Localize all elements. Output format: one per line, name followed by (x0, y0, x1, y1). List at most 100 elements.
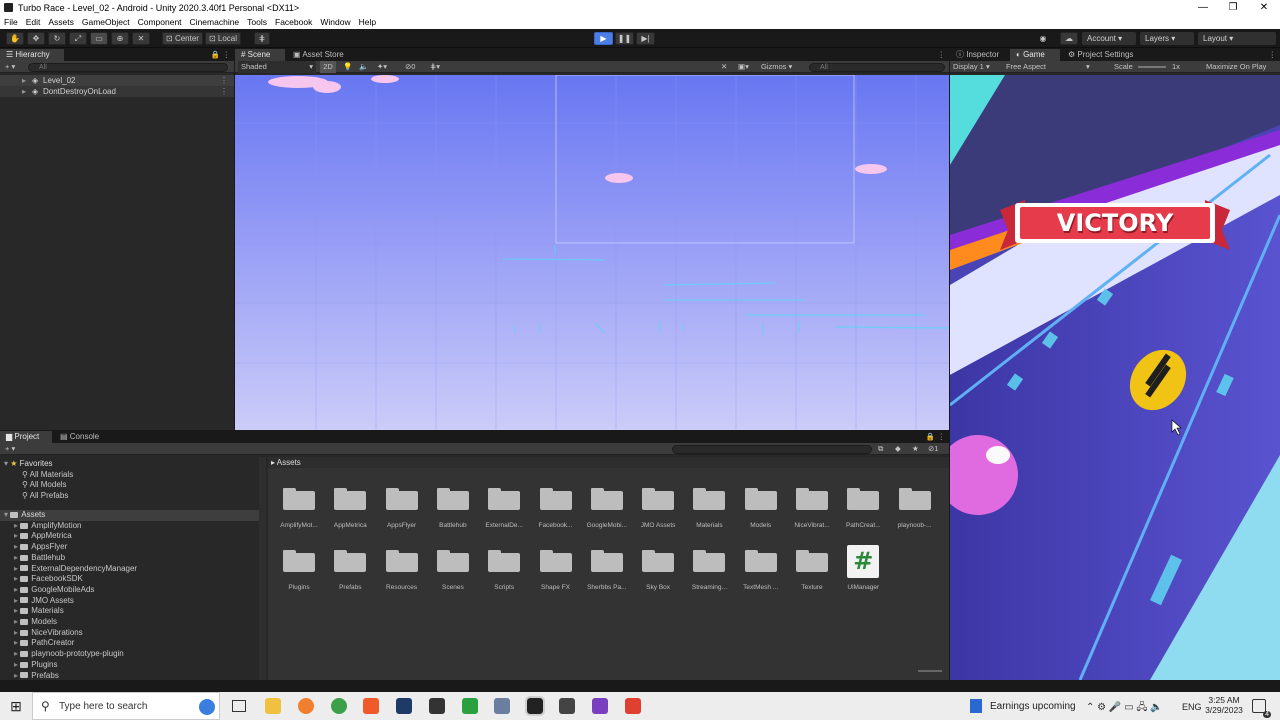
collab-icon[interactable]: ◉ (1034, 32, 1052, 45)
tree-item[interactable]: ▸ GoogleMobileAds (14, 585, 94, 596)
move-tool-icon[interactable]: ✥ (27, 32, 45, 45)
menu-tools[interactable]: Tools (247, 17, 267, 27)
favorite-item[interactable]: ⚲ All Materials (22, 470, 73, 481)
panel-menu-icon[interactable]: ⋮ (223, 49, 231, 61)
tab-project[interactable]: ▆ Project (0, 431, 52, 443)
row-menu-icon[interactable]: ⋮ (220, 75, 228, 86)
layout-dropdown[interactable]: Layout ▾ (1198, 32, 1276, 45)
draw-mode-dropdown[interactable]: Shaded ▾ (238, 61, 316, 73)
project-search-input[interactable] (672, 444, 872, 454)
unity-hub-icon[interactable] (429, 698, 445, 714)
tree-item[interactable]: ▸ ExternalDependencyManager (14, 564, 137, 575)
hidden-objects-icon[interactable]: ⊘0 (405, 61, 415, 73)
folder-icon[interactable] (283, 486, 315, 510)
folder-icon[interactable] (488, 548, 521, 572)
tab-inspector[interactable]: ⓘ Inspector (950, 49, 1008, 61)
brave-icon[interactable] (363, 698, 379, 714)
menu-component[interactable]: Component (138, 17, 182, 27)
recorder-icon[interactable] (625, 698, 641, 714)
play-button[interactable]: ▶ (594, 32, 613, 45)
tab-hierarchy[interactable]: ☰ Hierarchy (0, 49, 64, 61)
scene-viewport[interactable] (235, 75, 949, 430)
tree-item[interactable]: ▸ Battlehub (14, 553, 65, 564)
folder-icon[interactable] (693, 548, 726, 572)
scene-search-input[interactable]: All (809, 62, 945, 72)
assets-root[interactable]: ▾ Assets (0, 510, 262, 521)
display-dropdown[interactable]: Display 1 ▾ (953, 61, 990, 73)
hand-tool-icon[interactable]: ✋ (6, 32, 24, 45)
folder-icon[interactable] (847, 486, 880, 510)
menu-assets[interactable]: Assets (48, 17, 74, 27)
expand-arrow-icon[interactable]: ▾ (4, 459, 8, 468)
tree-item[interactable]: ▸ AppMetrica (14, 531, 72, 542)
icon-size-slider[interactable] (918, 670, 942, 672)
photoshop-icon[interactable] (396, 698, 412, 714)
tree-item[interactable]: ▸ JMO Assets (14, 596, 74, 607)
script-file-icon[interactable]: # (847, 545, 880, 578)
folder-icon[interactable] (436, 548, 469, 572)
favorite-item[interactable]: ⚲ All Models (22, 480, 67, 491)
scale-slider[interactable] (1138, 66, 1166, 68)
panel-menu-icon[interactable]: ⋮ (1269, 49, 1277, 61)
news-widget-label[interactable]: Earnings upcoming (990, 701, 1076, 712)
firefox-icon[interactable] (298, 698, 314, 714)
taskbar-search-box[interactable]: ⚲ Type here to search (32, 692, 220, 720)
audio-icon[interactable]: 🔈 (359, 61, 368, 73)
folder-icon[interactable] (744, 486, 777, 510)
tree-item[interactable]: ▸ FacebookSDK (14, 574, 83, 585)
effects-icon[interactable]: ✦▾ (377, 61, 387, 73)
account-dropdown[interactable]: Account ▾ (1082, 32, 1136, 45)
clock[interactable]: 3:25 AM 3/29/2023 (1202, 695, 1246, 715)
tab-project-settings[interactable]: ⚙ Project Settings (1062, 49, 1156, 61)
app-icon[interactable] (494, 698, 510, 714)
pivot-center-button[interactable]: ⊡ Center (162, 32, 203, 45)
hidden-packages-icon[interactable]: ⊘1 (928, 443, 938, 455)
menu-window[interactable]: Window (320, 17, 350, 27)
tools-icon[interactable]: ✕ (721, 61, 727, 73)
folder-icon[interactable] (744, 548, 777, 572)
filter-label-icon[interactable]: ◆ (895, 443, 901, 455)
folder-icon[interactable] (590, 548, 623, 572)
tree-item[interactable]: ▸ Prefabs (14, 671, 59, 682)
lighting-icon[interactable]: 💡 (343, 61, 352, 73)
task-view-icon[interactable] (232, 700, 246, 712)
lock-icon[interactable]: 🔒 (926, 431, 935, 443)
folder-icon[interactable] (796, 486, 828, 510)
folder-icon[interactable] (488, 486, 521, 510)
language-indicator[interactable]: ENG (1182, 702, 1202, 712)
minimize-button[interactable]: — (1188, 0, 1218, 15)
folder-icon[interactable] (385, 486, 418, 510)
tree-item[interactable]: ▸ AppsFlyer (14, 542, 67, 553)
row-menu-icon[interactable]: ⋮ (220, 86, 228, 97)
folder-icon[interactable] (693, 486, 726, 510)
pause-button[interactable]: ❚❚ (615, 32, 634, 45)
game-view[interactable] (950, 75, 1280, 680)
step-button[interactable]: ▶| (636, 32, 655, 45)
folder-icon[interactable] (590, 486, 623, 510)
filter-type-icon[interactable]: ⧉ (878, 443, 883, 455)
folder-icon[interactable] (898, 486, 931, 510)
tree-scrollbar[interactable] (259, 457, 266, 680)
aspect-dropdown[interactable]: Free Aspect ▾ (1006, 61, 1090, 73)
maximize-on-play-toggle[interactable]: Maximize On Play (1206, 61, 1266, 73)
tab-scene[interactable]: # Scene (235, 49, 285, 61)
folder-icon[interactable] (796, 548, 828, 572)
folder-icon[interactable] (539, 486, 572, 510)
panel-menu-icon[interactable]: ⋮ (938, 431, 946, 443)
layers-dropdown[interactable]: Layers ▾ (1140, 32, 1194, 45)
scale-tool-icon[interactable]: ⤢ (69, 32, 87, 45)
camera-icon[interactable]: ▣▾ (738, 61, 749, 73)
folder-icon[interactable] (334, 548, 367, 572)
tree-item[interactable]: ▸ PathCreator (14, 638, 74, 649)
grid-snap-icon[interactable]: ⋕ (254, 32, 270, 45)
favorites-header[interactable]: ▾ ★ Favorites (4, 459, 53, 470)
folder-icon[interactable] (642, 486, 675, 510)
folder-icon[interactable] (283, 548, 315, 572)
menu-gameobject[interactable]: GameObject (82, 17, 130, 27)
menu-facebook[interactable]: Facebook (275, 17, 312, 27)
chrome-icon[interactable] (331, 698, 347, 714)
hierarchy-search-input[interactable]: All (28, 62, 228, 72)
tray-icons[interactable]: ⌃ ⚙ 🎤 ▭ 🖧 🔈 (1086, 700, 1163, 717)
tab-console[interactable]: ▤ Console (54, 431, 108, 443)
pivot-local-button[interactable]: ⊡ Local (205, 32, 241, 45)
